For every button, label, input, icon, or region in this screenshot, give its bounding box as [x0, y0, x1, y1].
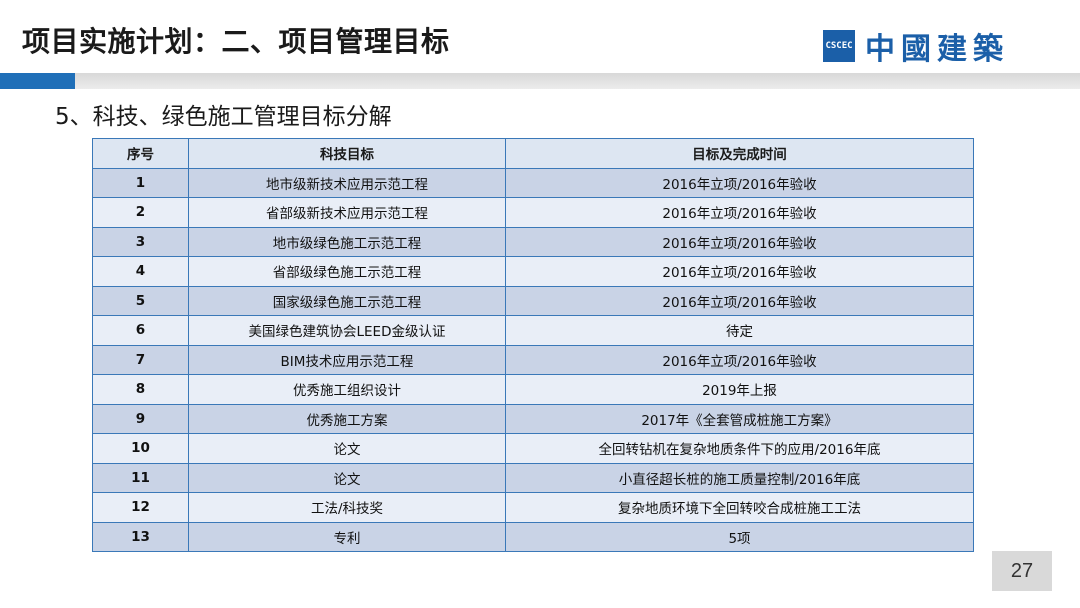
row-number: 10 — [92, 433, 189, 464]
row-target: 2017年《全套管成桩施工方案》 — [505, 403, 974, 434]
row-goal: 地市级绿色施工示范工程 — [188, 226, 506, 257]
row-target: 2016年立项/2016年验收 — [505, 344, 974, 375]
table-row: 5 国家级绿色施工示范工程 2016年立项/2016年验收 — [92, 285, 974, 316]
row-target: 复杂地质环境下全回转咬合成桩施工工法 — [505, 492, 974, 523]
row-number: 13 — [92, 521, 189, 552]
table-row: 10 论文 全回转钻机在复杂地质条件下的应用/2016年底 — [92, 433, 974, 464]
row-number: 6 — [92, 315, 189, 346]
row-goal: 专利 — [188, 521, 506, 552]
row-goal: 省部级新技术应用示范工程 — [188, 197, 506, 228]
slide-title: 项目实施计划：二、项目管理目标 — [22, 25, 450, 58]
table-row: 12 工法/科技奖 复杂地质环境下全回转咬合成桩施工工法 — [92, 492, 974, 523]
row-goal: 论文 — [188, 462, 506, 493]
header-goal: 科技目标 — [188, 138, 506, 169]
row-number: 9 — [92, 403, 189, 434]
row-goal: 优秀施工方案 — [188, 403, 506, 434]
table-row: 8 优秀施工组织设计 2019年上报 — [92, 374, 974, 405]
row-number: 11 — [92, 462, 189, 493]
table-header-row: 序号 科技目标 目标及完成时间 — [92, 138, 974, 169]
cscec-logo-icon: CSCEC — [823, 30, 855, 62]
table-row: 13 专利 5项 — [92, 521, 974, 552]
table-row: 2 省部级新技术应用示范工程 2016年立项/2016年验收 — [92, 197, 974, 228]
row-target: 2016年立项/2016年验收 — [505, 167, 974, 198]
row-target: 5项 — [505, 521, 974, 552]
header-divider-bar — [75, 73, 1080, 89]
row-goal: BIM技术应用示范工程 — [188, 344, 506, 375]
row-target: 2016年立项/2016年验收 — [505, 285, 974, 316]
row-goal: 优秀施工组织设计 — [188, 374, 506, 405]
table-row: 1 地市级新技术应用示范工程 2016年立项/2016年验收 — [92, 167, 974, 198]
table-row: 11 论文 小直径超长桩的施工质量控制/2016年底 — [92, 462, 974, 493]
row-number: 1 — [92, 167, 189, 198]
header-target: 目标及完成时间 — [505, 138, 974, 169]
row-number: 7 — [92, 344, 189, 375]
page-number: 27 — [992, 551, 1052, 591]
goals-table: 序号 科技目标 目标及完成时间 1 地市级新技术应用示范工程 2016年立项/2… — [92, 138, 974, 552]
row-goal: 论文 — [188, 433, 506, 464]
row-number: 12 — [92, 492, 189, 523]
row-number: 5 — [92, 285, 189, 316]
row-number: 2 — [92, 197, 189, 228]
row-goal: 国家级绿色施工示范工程 — [188, 285, 506, 316]
header-no: 序号 — [92, 138, 189, 169]
row-number: 4 — [92, 256, 189, 287]
header-accent-bar — [0, 73, 75, 89]
logo-brand-text: 中國建築 — [865, 32, 1009, 67]
row-goal: 美国绿色建筑协会LEED金级认证 — [188, 315, 506, 346]
section-subtitle: 5、科技、绿色施工管理目标分解 — [55, 104, 392, 130]
row-goal: 工法/科技奖 — [188, 492, 506, 523]
company-logo: CSCEC 中國建築 — [823, 24, 1009, 68]
row-target: 小直径超长桩的施工质量控制/2016年底 — [505, 462, 974, 493]
row-target: 2016年立项/2016年验收 — [505, 226, 974, 257]
row-number: 8 — [92, 374, 189, 405]
row-target: 全回转钻机在复杂地质条件下的应用/2016年底 — [505, 433, 974, 464]
table-row: 7 BIM技术应用示范工程 2016年立项/2016年验收 — [92, 344, 974, 375]
table-row: 9 优秀施工方案 2017年《全套管成桩施工方案》 — [92, 403, 974, 434]
row-target: 2016年立项/2016年验收 — [505, 256, 974, 287]
table-row: 6 美国绿色建筑协会LEED金级认证 待定 — [92, 315, 974, 346]
row-goal: 地市级新技术应用示范工程 — [188, 167, 506, 198]
table-row: 3 地市级绿色施工示范工程 2016年立项/2016年验收 — [92, 226, 974, 257]
row-target: 2019年上报 — [505, 374, 974, 405]
row-goal: 省部级绿色施工示范工程 — [188, 256, 506, 287]
row-target: 待定 — [505, 315, 974, 346]
row-target: 2016年立项/2016年验收 — [505, 197, 974, 228]
row-number: 3 — [92, 226, 189, 257]
table-row: 4 省部级绿色施工示范工程 2016年立项/2016年验收 — [92, 256, 974, 287]
